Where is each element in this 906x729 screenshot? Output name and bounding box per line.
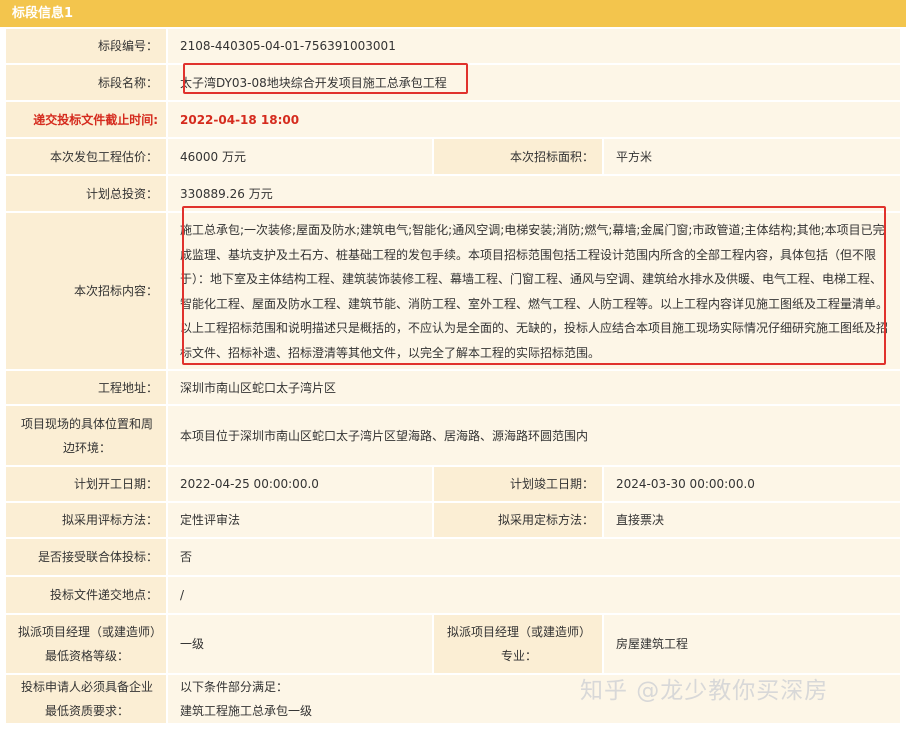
code-label: 标段编号： [6, 29, 166, 63]
consortium-value: 否 [168, 539, 900, 575]
address-label: 工程地址： [6, 371, 166, 404]
highlight-box-name [183, 63, 468, 94]
start-date-label: 计划开工日期： [6, 467, 166, 501]
estimate-value: 46000 万元 [168, 139, 432, 174]
area-label: 本次招标面积： [434, 139, 602, 174]
watermark: 知乎 @龙少教你买深房 [580, 678, 829, 704]
manager-level-value: 一级 [168, 615, 432, 673]
deadline-label: 递交投标文件截止时间: [6, 102, 166, 137]
location-label: 项目现场的具体位置和周边环境： [6, 406, 166, 465]
start-date-value: 2022-04-25 00:00:00.0 [168, 467, 432, 501]
highlight-box-content [182, 206, 886, 365]
section-title: 标段信息1 [0, 0, 906, 27]
evaluation-method-value: 定性评审法 [168, 503, 432, 537]
code-value: 2108-440305-04-01-756391003001 [168, 29, 900, 63]
name-label: 标段名称： [6, 65, 166, 100]
end-date-value: 2024-03-30 00:00:00.0 [604, 467, 900, 501]
tender-info-table: 标段编号： 2108-440305-04-01-756391003001 标段名… [6, 29, 900, 729]
end-date-label: 计划竣工日期： [434, 467, 602, 501]
manager-specialty-label: 拟派项目经理（或建造师）专业： [434, 615, 602, 673]
evaluation-method-label: 拟采用评标方法： [6, 503, 166, 537]
location-value: 本项目位于深圳市南山区蛇口太子湾片区望海路、居海路、源海路环圆范围内 [168, 406, 900, 465]
qualification-label: 投标申请人必须具备企业最低资质要求： [6, 675, 166, 723]
submit-place-value: / [168, 577, 900, 613]
deadline-value: 2022-04-18 18:00 [168, 102, 900, 137]
manager-level-label: 拟派项目经理（或建造师）最低资格等级： [6, 615, 166, 673]
investment-label: 计划总投资： [6, 176, 166, 211]
estimate-label: 本次发包工程估价： [6, 139, 166, 174]
address-value: 深圳市南山区蛇口太子湾片区 [168, 371, 900, 404]
area-value: 平方米 [604, 139, 900, 174]
award-method-label: 拟采用定标方法： [434, 503, 602, 537]
content-label: 本次招标内容： [6, 213, 166, 369]
consortium-label: 是否接受联合体投标： [6, 539, 166, 575]
manager-specialty-value: 房屋建筑工程 [604, 615, 900, 673]
submit-place-label: 投标文件递交地点： [6, 577, 166, 613]
award-method-value: 直接票决 [604, 503, 900, 537]
